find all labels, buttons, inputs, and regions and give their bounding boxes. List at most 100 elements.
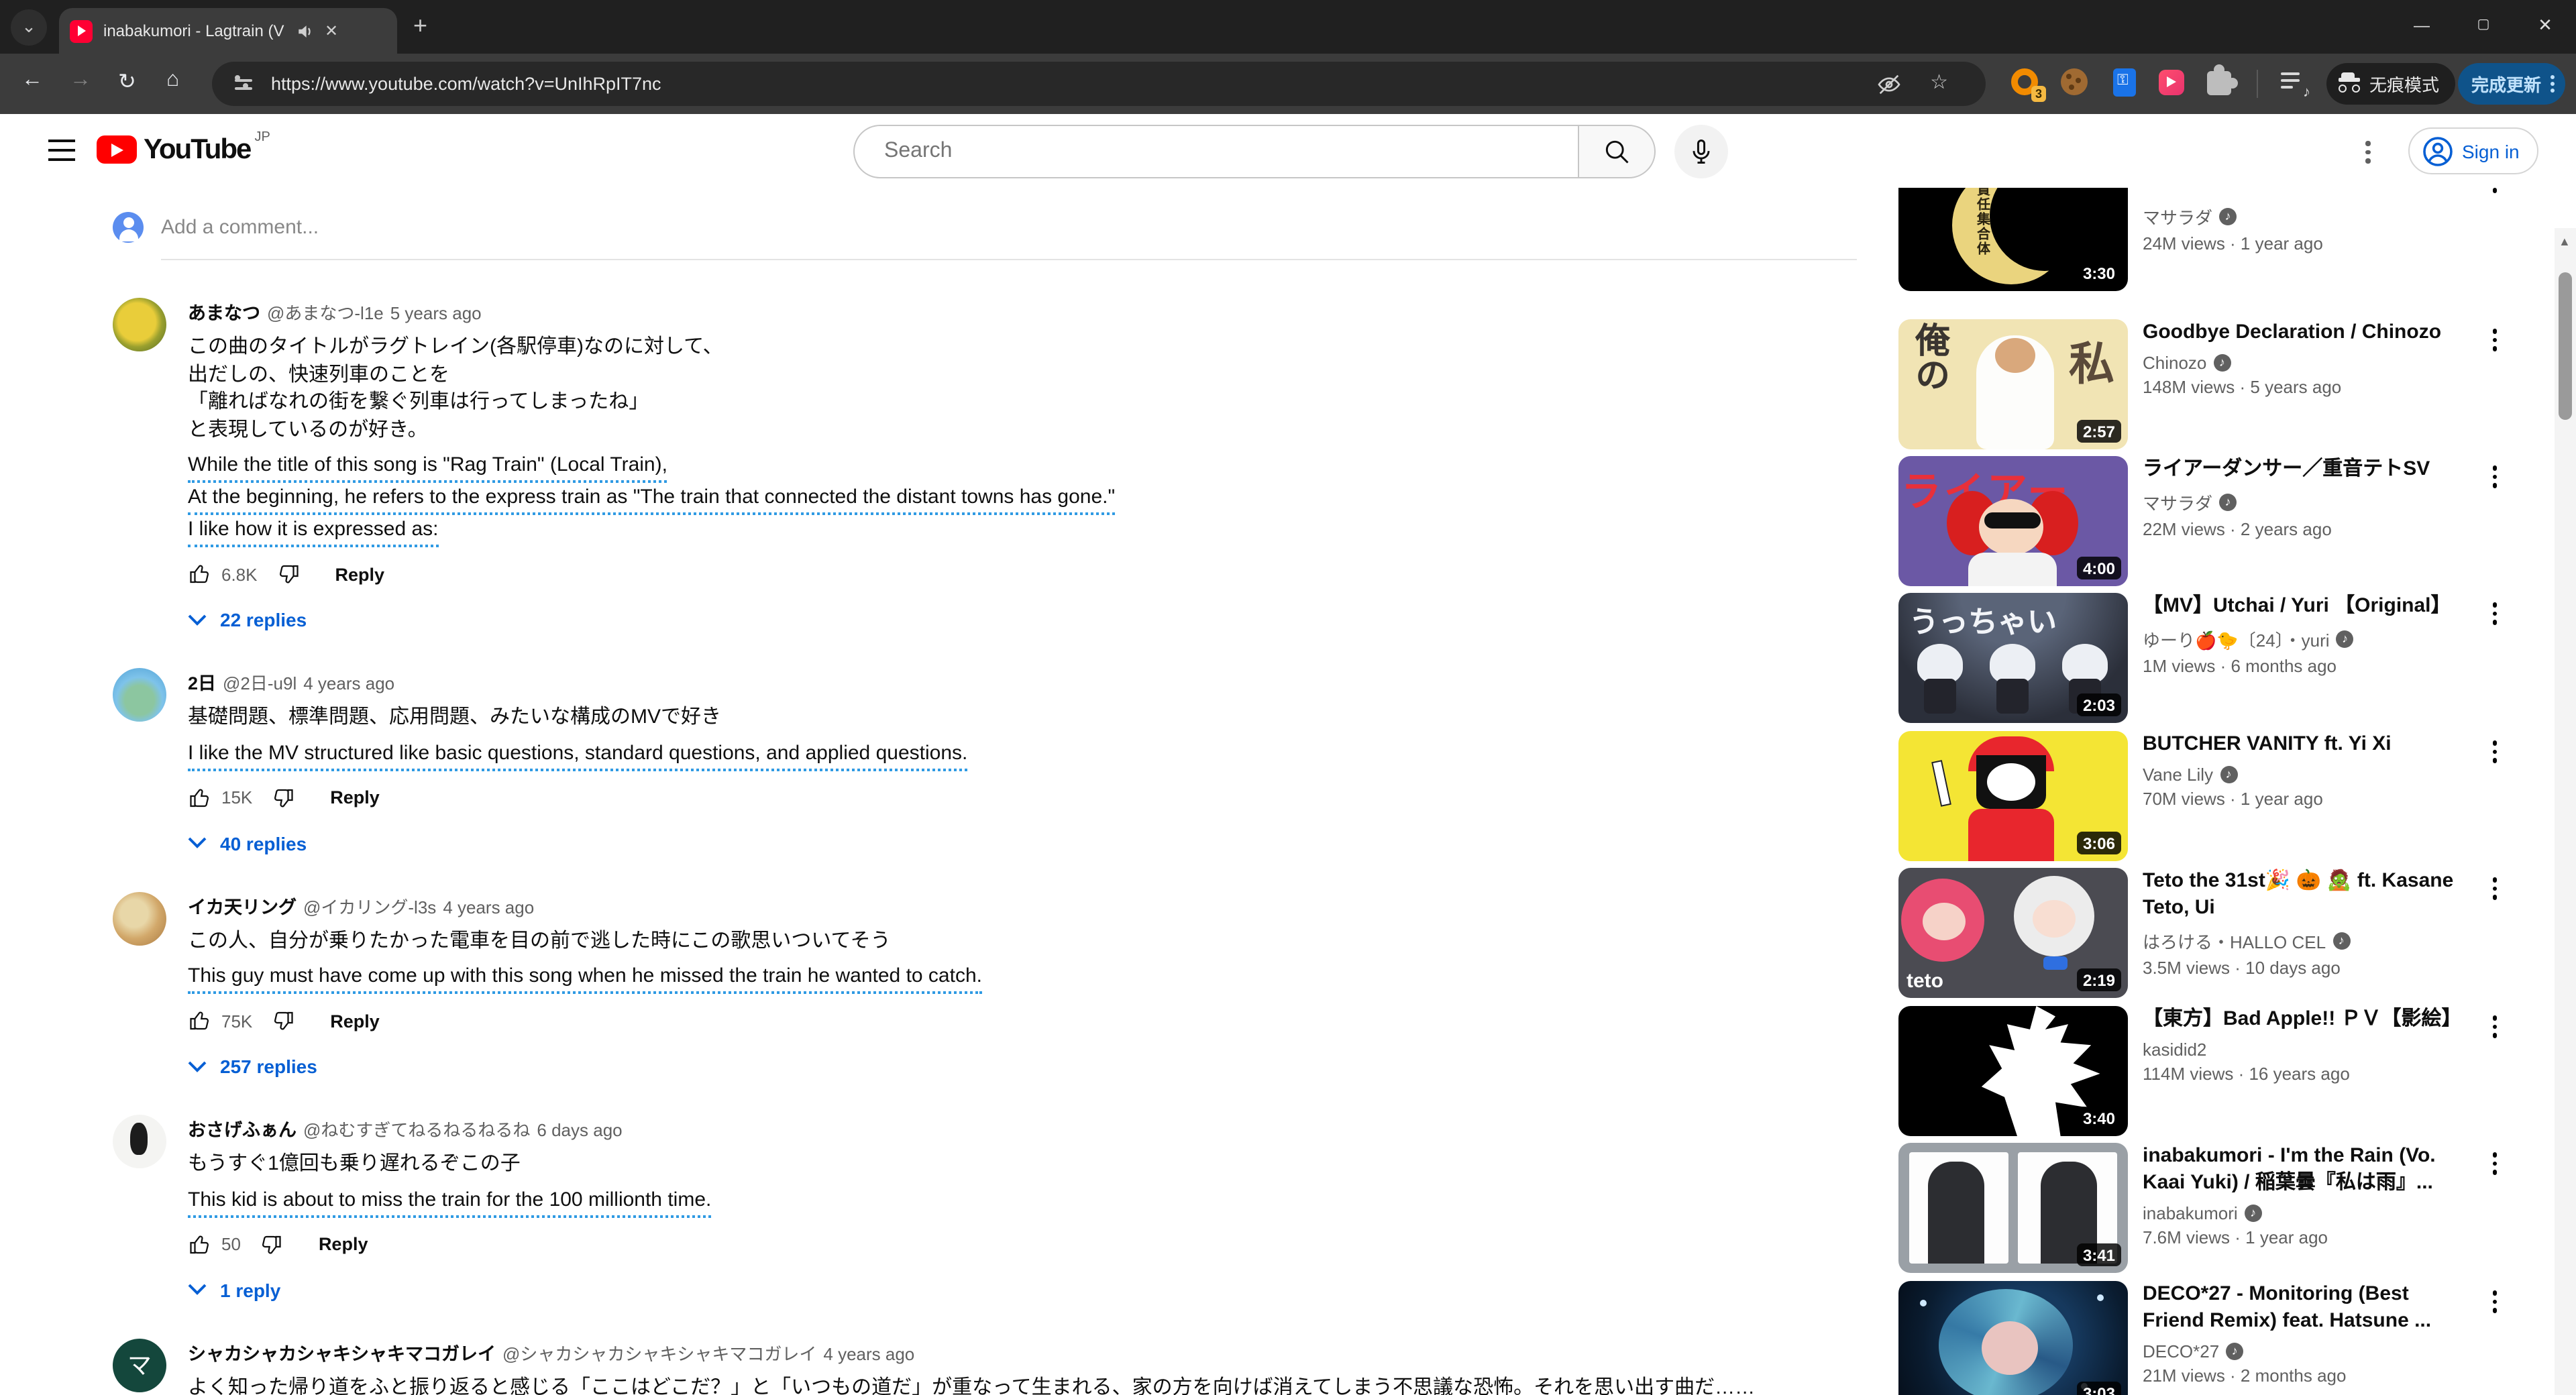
extension-icon-orange[interactable]: 3 [2011, 68, 2041, 98]
video-channel[interactable]: マサラダ♪ [2143, 204, 2462, 229]
video-item[interactable]: 3:03 DECO*27 - Monitoring (Best Friend R… [1898, 1281, 2500, 1395]
dislike-icon[interactable] [271, 1009, 295, 1033]
scrollbar-thumb[interactable] [2559, 272, 2572, 420]
site-info-icon[interactable] [231, 70, 258, 97]
video-item[interactable]: うっちゃい 2:03 【MV】Utchai / Yuri 【Original】 … [1898, 593, 2500, 723]
avatar[interactable] [113, 1115, 166, 1168]
avatar[interactable] [113, 668, 166, 722]
replies-toggle[interactable]: 257 replies [188, 1056, 1851, 1077]
guide-menu-icon[interactable] [48, 140, 75, 161]
video-thumbnail[interactable]: 3:41 [1898, 1143, 2128, 1273]
video-item[interactable]: 俺の 私 2:57 Goodbye Declaration / Chinozo … [1898, 319, 2500, 449]
address-bar[interactable]: https://www.youtube.com/watch?v=UnIhRpIT… [212, 62, 1986, 106]
video-thumbnail[interactable]: 俺の 私 2:57 [1898, 319, 2128, 449]
video-item[interactable]: 3:06 BUTCHER VANITY ft. Yi Xi Vane Lily♪… [1898, 731, 2500, 861]
comment-time[interactable]: 4 years ago [303, 673, 394, 693]
video-item[interactable]: 責任集合体 3:30 マサラダ♪ 24M views · 1 year ago [1898, 188, 2500, 291]
search-input[interactable] [884, 140, 1528, 164]
video-title[interactable]: inabakumori - I'm the Rain (Vo. Kaai Yuk… [2143, 1143, 2462, 1196]
kebab-menu-icon[interactable] [2492, 598, 2497, 628]
youtube-logo[interactable]: YouTube JP [97, 135, 270, 164]
window-maximize-button[interactable]: ▢ [2453, 0, 2514, 54]
replies-toggle[interactable]: 40 replies [188, 832, 1851, 854]
kebab-menu-icon[interactable] [2492, 1011, 2497, 1042]
kebab-menu-icon[interactable] [2492, 736, 2497, 767]
comment-time[interactable]: 5 years ago [390, 303, 482, 323]
forward-button[interactable]: → [70, 68, 91, 93]
preview-hidden-icon[interactable] [1876, 71, 1902, 98]
video-channel[interactable]: Chinozo♪ [2143, 353, 2462, 373]
reply-button[interactable]: Reply [330, 787, 380, 807]
back-button[interactable]: ← [21, 68, 43, 93]
tab-search-chevron-icon[interactable]: ⌄ [11, 9, 47, 46]
kebab-menu-icon[interactable] [2492, 461, 2497, 492]
video-channel[interactable]: DECO*27♪ [2143, 1341, 2462, 1361]
home-button[interactable]: ⌂ [166, 68, 179, 93]
like-icon[interactable] [188, 562, 212, 586]
video-thumbnail[interactable]: 3:03 [1898, 1281, 2128, 1395]
video-title[interactable]: Goodbye Declaration / Chinozo [2143, 319, 2462, 346]
window-close-button[interactable]: ✕ [2514, 0, 2576, 54]
like-icon[interactable] [188, 1232, 212, 1256]
like-icon[interactable] [188, 785, 212, 810]
avatar[interactable] [113, 891, 166, 945]
replies-toggle[interactable]: 22 replies [188, 609, 1851, 630]
scrollbar-up-icon[interactable]: ▲ [2559, 235, 2571, 248]
video-title[interactable]: Teto the 31st🎉 🎃 🧟 ft. Kasane Teto, Ui [2143, 868, 2462, 922]
incognito-badge[interactable]: 无痕模式 [2326, 63, 2455, 105]
replies-toggle[interactable]: 1 reply [188, 1279, 1851, 1300]
extensions-puzzle-icon[interactable] [2207, 68, 2237, 98]
avatar[interactable] [113, 298, 166, 351]
comment-author[interactable]: あまなつ [188, 303, 260, 323]
comment-time[interactable]: 4 years ago [823, 1343, 914, 1363]
video-title[interactable]: 【東方】Bad Apple!! ＰＶ【影絵】 [2143, 1006, 2462, 1033]
video-item[interactable]: teto 2:19 Teto the 31st🎉 🎃 🧟 ft. Kasane … [1898, 868, 2500, 998]
sign-in-button[interactable]: Sign in [2408, 127, 2538, 174]
browser-menu-icon[interactable] [2551, 72, 2555, 95]
comment-handle[interactable]: @ねむすぎてねるねるねるね [303, 1120, 530, 1140]
avatar[interactable]: マ [113, 1338, 166, 1392]
video-channel[interactable]: Vane Lily♪ [2143, 765, 2462, 785]
reply-button[interactable]: Reply [319, 1234, 368, 1254]
video-channel[interactable]: inabakumori♪ [2143, 1203, 2462, 1223]
tab-close-icon[interactable]: ✕ [325, 21, 338, 40]
extension-icon-video[interactable] [2159, 68, 2188, 98]
reply-button[interactable]: Reply [335, 564, 385, 584]
video-channel[interactable]: はろける・HALLO CEL♪ [2143, 928, 2462, 954]
video-channel[interactable]: マサラダ♪ [2143, 490, 2462, 515]
voice-search-button[interactable] [1674, 125, 1728, 178]
video-channel[interactable]: kasidid2 [2143, 1040, 2462, 1060]
video-title[interactable]: DECO*27 - Monitoring (Best Friend Remix)… [2143, 1281, 2462, 1335]
extension-icon-password[interactable] [2110, 68, 2140, 98]
kebab-menu-icon[interactable] [2492, 188, 2497, 197]
add-comment-row[interactable]: Add a comment... [113, 212, 1857, 243]
header-kebab-menu-icon[interactable] [2365, 137, 2370, 167]
comment-author[interactable]: おさげふぁん [188, 1120, 297, 1140]
reload-button[interactable]: ↻ [118, 68, 136, 95]
url-text[interactable]: https://www.youtube.com/watch?v=UnIhRpIT… [271, 74, 1986, 94]
video-thumbnail[interactable]: 3:40 [1898, 1006, 2128, 1136]
comment-author[interactable]: 2日 [188, 673, 216, 693]
video-channel[interactable]: ゆーり🍎🐤〔24〕・yuri♪ [2143, 626, 2462, 652]
reply-button[interactable]: Reply [330, 1011, 380, 1031]
video-title[interactable]: BUTCHER VANITY ft. Yi Xi [2143, 731, 2462, 758]
comment-author[interactable]: シャカシャカシャキシャキマコガレイ [188, 1343, 496, 1363]
window-minimize-button[interactable]: — [2391, 0, 2453, 54]
dislike-icon[interactable] [276, 562, 301, 586]
new-tab-button[interactable]: + [413, 12, 427, 39]
bookmark-star-icon[interactable]: ☆ [1930, 70, 1948, 94]
comment-handle[interactable]: @シャカシャカシャキシャキマコガレイ [502, 1343, 816, 1363]
video-thumbnail[interactable]: ライアー 4:00 [1898, 456, 2128, 586]
search-button[interactable] [1578, 125, 1656, 178]
dislike-icon[interactable] [260, 1232, 284, 1256]
kebab-menu-icon[interactable] [2492, 325, 2497, 355]
video-thumbnail[interactable]: teto 2:19 [1898, 868, 2128, 998]
dislike-icon[interactable] [271, 785, 295, 810]
video-item[interactable]: ライアー 4:00 ライアーダンサー／重音テトSV マサラダ♪ 22M view… [1898, 456, 2500, 586]
video-item[interactable]: 3:41 inabakumori - I'm the Rain (Vo. Kaa… [1898, 1143, 2500, 1273]
search-box[interactable] [853, 125, 1578, 178]
video-title[interactable]: 【MV】Utchai / Yuri 【Original】 [2143, 593, 2462, 620]
comment-handle[interactable]: @2日-u9l [223, 673, 297, 693]
video-item[interactable]: 3:40 【東方】Bad Apple!! ＰＶ【影絵】 kasidid2 114… [1898, 1006, 2500, 1136]
browser-tab[interactable]: inabakumori - Lagtrain (V ✕ [59, 8, 397, 54]
